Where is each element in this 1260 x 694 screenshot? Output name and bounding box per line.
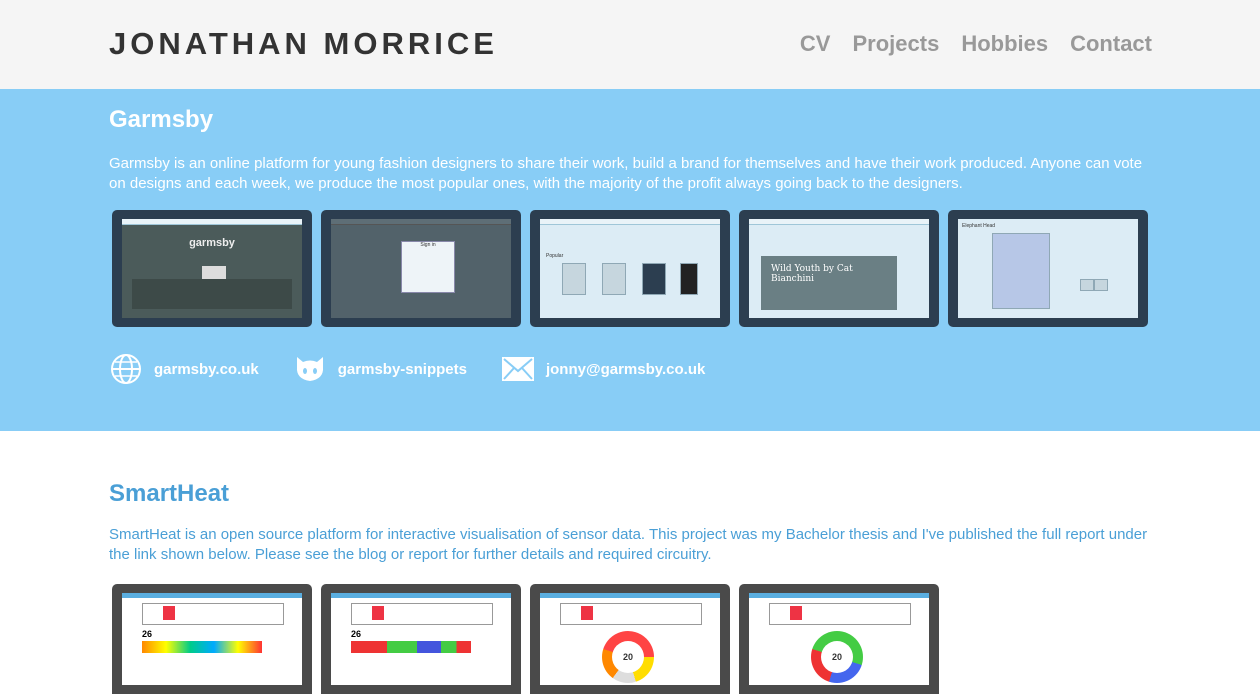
email-link-label: jonny@garmsby.co.uk bbox=[545, 360, 706, 378]
website-link[interactable]: garmsby.co.uk bbox=[109, 353, 259, 385]
mock-design-tile bbox=[602, 263, 626, 295]
mock-topbar bbox=[540, 593, 720, 598]
mock-hero-text: Wild Youth by Cat Bianchini bbox=[771, 264, 853, 284]
mock-heading: Popular bbox=[546, 253, 564, 259]
mock-design-tile bbox=[642, 263, 666, 295]
project-garmsby: Garmsby Garmsby is an online platform fo… bbox=[0, 89, 1260, 431]
screenshot-thumbnail[interactable]: 20 bbox=[530, 584, 730, 694]
mock-hot-room bbox=[581, 606, 593, 620]
project-title: SmartHeat bbox=[109, 480, 230, 507]
mock-signin-card: Sign in bbox=[401, 241, 455, 293]
mock-floorplan bbox=[560, 603, 702, 625]
mock-design-title: Elephant Head bbox=[962, 223, 996, 229]
mock-reading: 20 bbox=[612, 641, 644, 673]
mock-topbar bbox=[331, 593, 511, 598]
mock-design-tile bbox=[562, 263, 586, 295]
mock-hot-room bbox=[163, 606, 175, 620]
mock-topbar bbox=[749, 593, 929, 598]
mock-banner bbox=[132, 279, 292, 309]
screenshot-image: Popular bbox=[540, 219, 720, 318]
project-title: Garmsby bbox=[109, 106, 214, 133]
website-link-label: garmsby.co.uk bbox=[154, 360, 259, 378]
screenshot-image: 20 bbox=[540, 593, 720, 685]
smartheat-text: SmartHeat SmartHeat is an open source pl… bbox=[109, 479, 1149, 565]
screenshot-gallery: garmsby Sign in Popular Wild Youth by Ca… bbox=[112, 210, 1148, 327]
screenshot-gallery: 26 26 20 20 bbox=[112, 584, 939, 694]
mock-hot-room bbox=[790, 606, 802, 620]
screenshot-thumbnail[interactable]: garmsby bbox=[112, 210, 312, 327]
site-logo[interactable]: JONATHAN MORRICE bbox=[109, 27, 498, 61]
mock-hero-image: Wild Youth by Cat Bianchini bbox=[761, 256, 897, 310]
nav-cv[interactable]: CV bbox=[800, 30, 831, 58]
globe-icon bbox=[111, 354, 141, 384]
email-link[interactable]: jonny@garmsby.co.uk bbox=[501, 353, 705, 385]
github-icon bbox=[296, 357, 323, 381]
screenshot-thumbnail[interactable]: 20 bbox=[739, 584, 939, 694]
mock-logo: garmsby bbox=[189, 237, 235, 249]
screenshot-image: 26 bbox=[122, 593, 302, 685]
screenshot-image: garmsby bbox=[122, 219, 302, 318]
screenshot-image: Sign in bbox=[331, 219, 511, 318]
garmsby-text: Garmsby Garmsby is an online platform fo… bbox=[109, 105, 1149, 194]
mock-floorplan bbox=[769, 603, 911, 625]
screenshot-thumbnail[interactable]: Sign in bbox=[321, 210, 521, 327]
github-link-label: garmsby-snippets bbox=[337, 360, 467, 378]
mock-topbar bbox=[749, 219, 929, 225]
mock-reading: 26 bbox=[351, 629, 362, 639]
screenshot-thumbnail[interactable]: 26 bbox=[321, 584, 521, 694]
mock-hot-room bbox=[372, 606, 384, 620]
mock-reading: 20 bbox=[821, 641, 853, 673]
mock-heat-bar bbox=[351, 641, 471, 653]
mock-floorplan bbox=[351, 603, 493, 625]
project-links: garmsby.co.uk garmsby-snippets jonny@gar… bbox=[109, 353, 739, 385]
mock-donut-chart: 20 bbox=[811, 631, 863, 683]
play-icon bbox=[202, 266, 226, 280]
mock-floorplan bbox=[142, 603, 284, 625]
mock-thumb bbox=[1094, 279, 1108, 291]
project-smartheat: SmartHeat SmartHeat is an open source pl… bbox=[0, 431, 1260, 694]
screenshot-thumbnail[interactable]: Elephant Head bbox=[948, 210, 1148, 327]
screenshot-thumbnail[interactable]: 26 bbox=[112, 584, 312, 694]
screenshot-image: 20 bbox=[749, 593, 929, 685]
mock-topbar bbox=[331, 219, 511, 225]
project-description: SmartHeat is an open source platform for… bbox=[109, 526, 1148, 563]
mock-elephant-image bbox=[992, 233, 1050, 309]
github-link[interactable]: garmsby-snippets bbox=[293, 353, 467, 385]
mock-donut-chart: 20 bbox=[602, 631, 654, 683]
main-nav: CV Projects Hobbies Contact bbox=[800, 30, 1152, 58]
mock-thumb bbox=[1080, 279, 1094, 291]
screenshot-image: Elephant Head bbox=[958, 219, 1138, 318]
screenshot-image: 26 bbox=[331, 593, 511, 685]
mock-signin-label: Sign in bbox=[420, 242, 436, 248]
mock-topbar bbox=[540, 219, 720, 225]
screenshot-image: Wild Youth by Cat Bianchini bbox=[749, 219, 929, 318]
mock-reading: 26 bbox=[142, 629, 153, 639]
mock-design-tile bbox=[680, 263, 698, 295]
mock-heat-bar bbox=[142, 641, 262, 653]
nav-hobbies[interactable]: Hobbies bbox=[961, 30, 1048, 58]
site-header: JONATHAN MORRICE CV Projects Hobbies Con… bbox=[0, 0, 1260, 89]
project-description: Garmsby is an online platform for young … bbox=[109, 155, 1143, 192]
nav-projects[interactable]: Projects bbox=[852, 30, 939, 58]
mock-topbar bbox=[122, 219, 302, 225]
nav-contact[interactable]: Contact bbox=[1070, 30, 1152, 58]
mail-icon bbox=[501, 357, 534, 381]
screenshot-thumbnail[interactable]: Wild Youth by Cat Bianchini bbox=[739, 210, 939, 327]
mock-topbar bbox=[122, 593, 302, 598]
screenshot-thumbnail[interactable]: Popular bbox=[530, 210, 730, 327]
